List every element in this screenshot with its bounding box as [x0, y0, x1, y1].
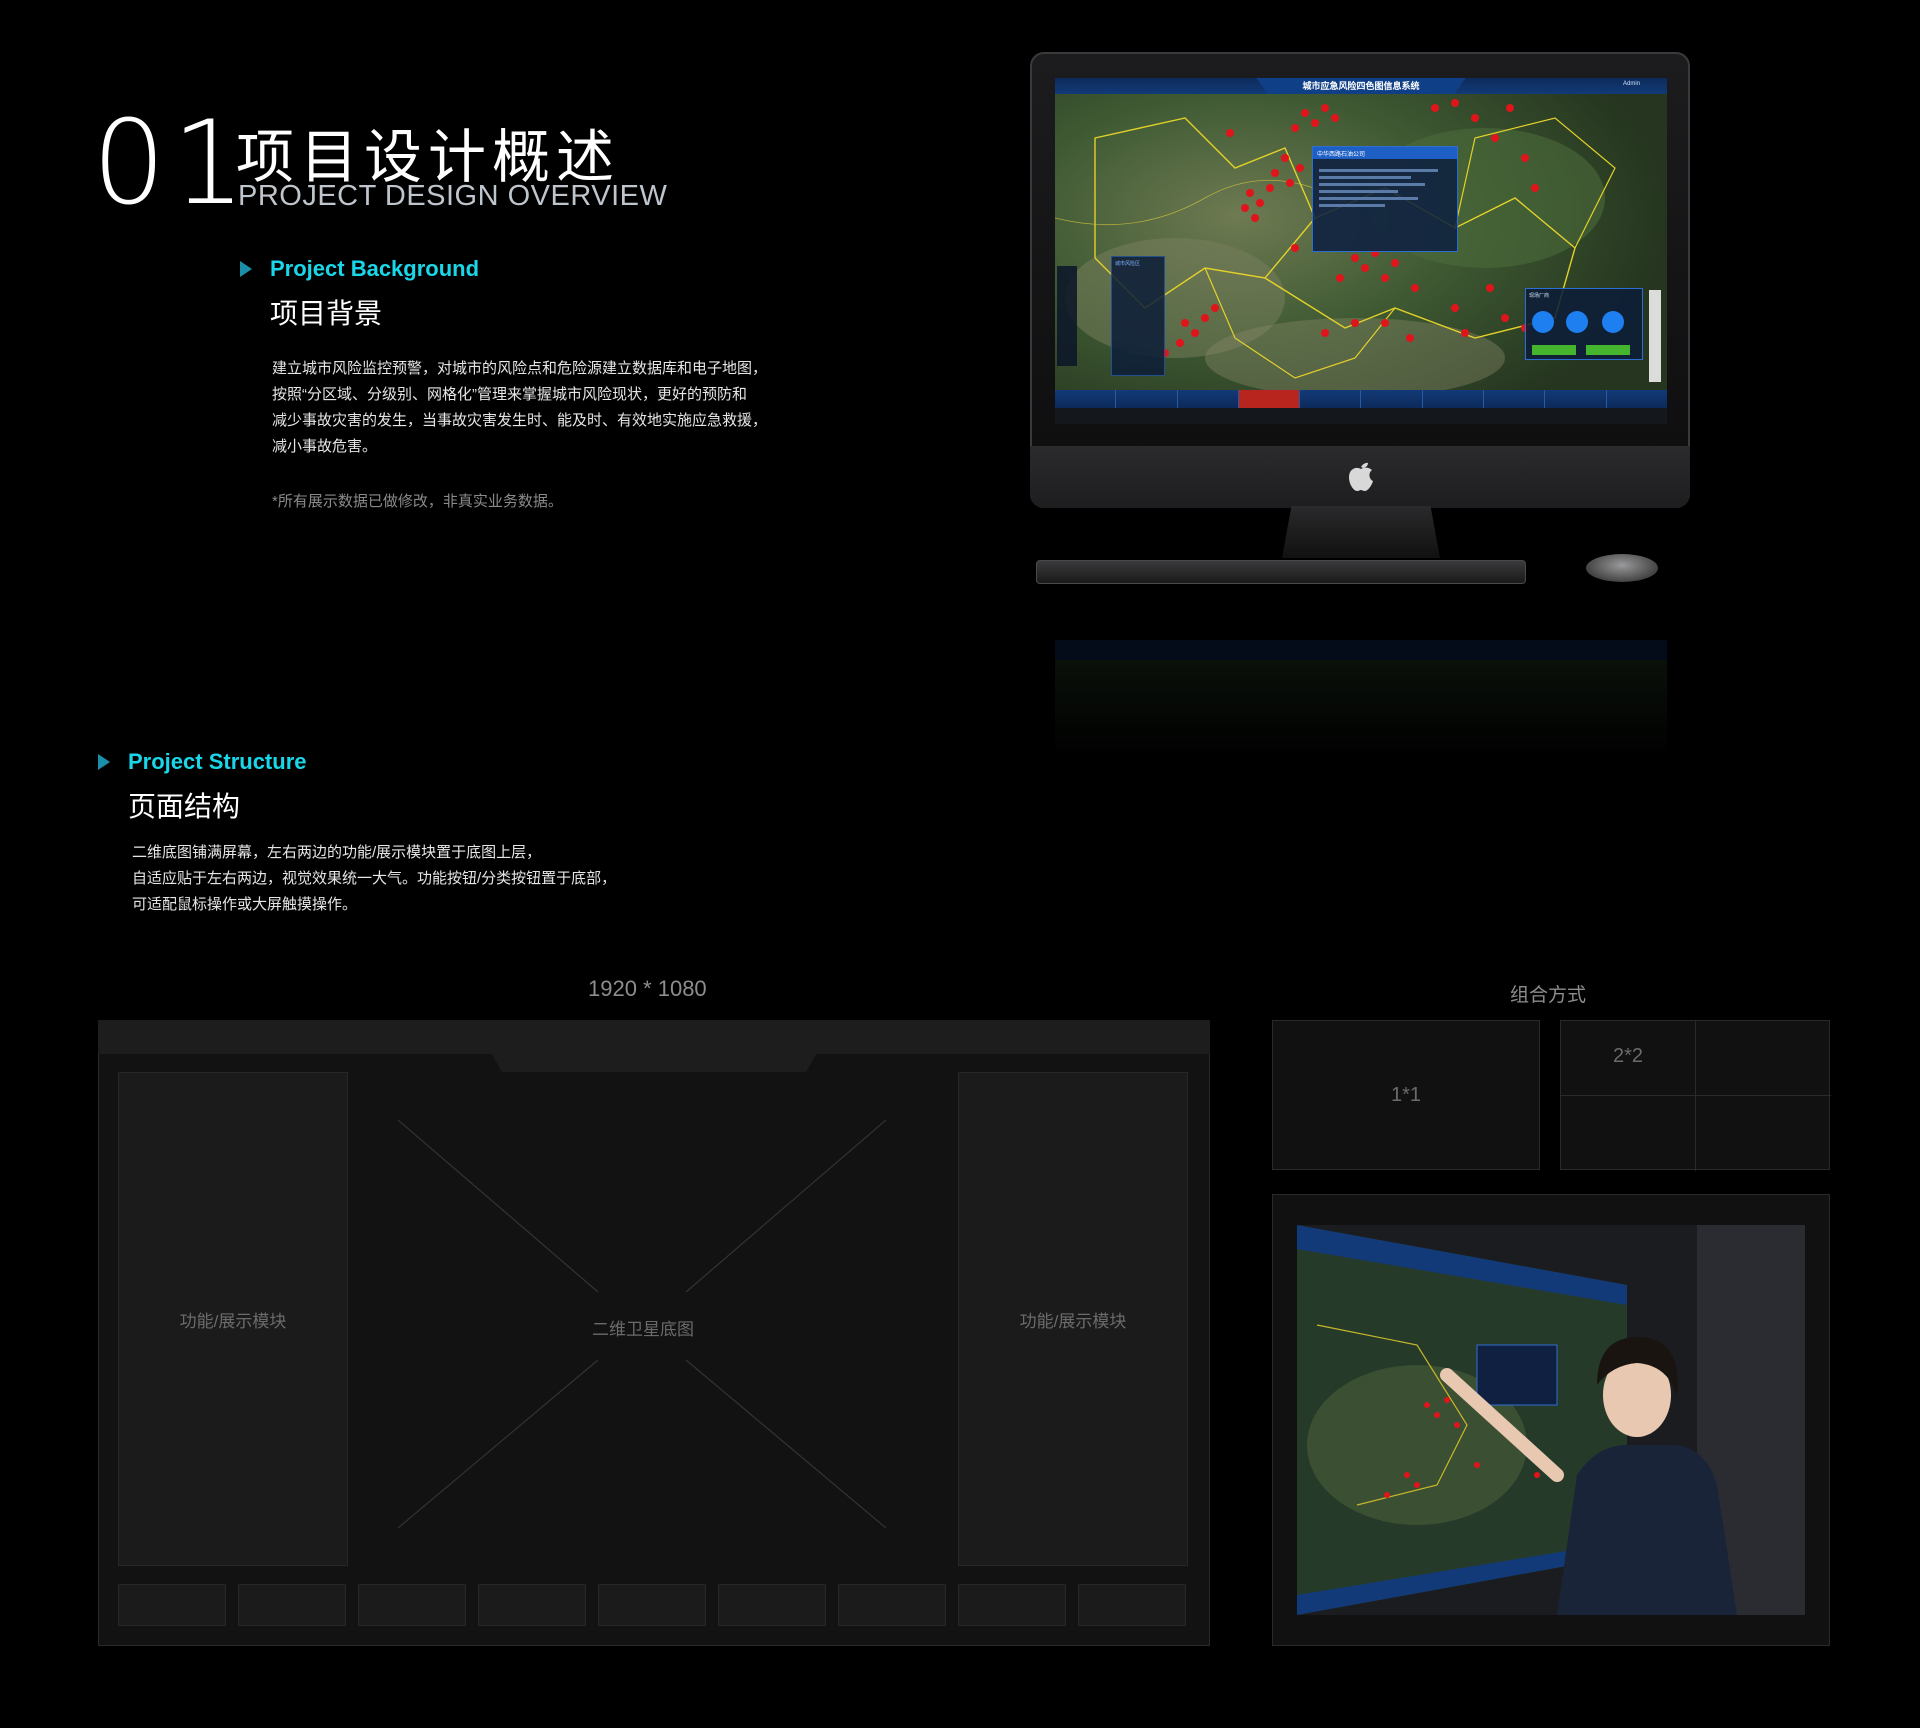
status-bar: [1055, 408, 1667, 424]
system-header: 城市应急风险四色图信息系统 Admin: [1055, 78, 1667, 94]
wireframe-right-module: 功能/展示模块: [958, 1072, 1188, 1566]
video-title: 现场厂商: [1529, 293, 1550, 299]
wireframe-button: [838, 1584, 946, 1626]
video-panel[interactable]: 现场厂商: [1525, 288, 1643, 360]
combo-title: 组合方式: [1510, 985, 1587, 1006]
structure-title-en: Project Structure: [128, 749, 307, 774]
popup-title: 中华西路石油公司: [1313, 147, 1457, 159]
panel-title: 城市风险区: [1115, 261, 1141, 267]
right-module-label: 功能/展示模块: [1019, 1311, 1127, 1331]
zoom-controls[interactable]: [1649, 290, 1661, 382]
combo-1x1-label: 1*1: [1390, 1083, 1422, 1106]
wireframe-left-module: 功能/展示模块: [118, 1072, 348, 1566]
wireframe-size-label: 1920 * 1080: [588, 976, 707, 1001]
wireframe-button: [598, 1584, 706, 1626]
paragraph-line: 减小事故危害。: [272, 438, 378, 455]
combo-2x2-label: 2*2: [1612, 1045, 1644, 1067]
combo-2x2: 2*2: [1560, 1020, 1831, 1171]
wireframe-button: [358, 1584, 466, 1626]
paragraph-line: 自适应贴于左右两边，视觉效果统一大气。功能按钮/分类按钮置于底部，: [132, 870, 617, 887]
wireframe-button: [118, 1584, 226, 1626]
imac-stand: [1282, 506, 1440, 558]
wireframe-button: [958, 1584, 1066, 1626]
paragraph-line: 按照“分区域、分级别、网格化”管理来掌握城市风险现状，更好的预防和: [272, 386, 747, 403]
paragraph-line: 减少事故灾害的发生，当事故灾害发生时、能及时、有效地实施应急救援，: [272, 412, 768, 429]
background-title-cn: 项目背景: [270, 298, 383, 329]
mouse: [1586, 554, 1658, 582]
structure-title-cn: 页面结构: [128, 791, 241, 822]
imac-screen: 城市应急风险四色图信息系统 Admin 中华西路石油公司 城市风险区 现场厂商: [1055, 78, 1667, 424]
bottom-function-bar[interactable]: [1055, 390, 1667, 408]
background-title-en: Project Background: [270, 256, 480, 281]
left-module-label: 功能/展示模块: [179, 1311, 287, 1331]
layer-panel[interactable]: 城市风险区: [1111, 256, 1165, 376]
wireframe-button: [1078, 1584, 1186, 1626]
section-number: 01: [92, 96, 252, 231]
wireframe-button: [238, 1584, 346, 1626]
combo-1x1: 1*1: [1272, 1020, 1540, 1170]
info-popup: 中华西路石油公司: [1312, 146, 1458, 252]
left-toolbar[interactable]: [1057, 266, 1077, 366]
structure-paragraph: 二维底图铺满屏幕，左右两边的功能/展示模块置于底图上层， 自适应贴于左右两边，视…: [132, 840, 692, 918]
paragraph-line: 可适配鼠标操作或大屏触摸操作。: [132, 896, 358, 913]
disclaimer-note: *所有展示数据已做修改，非真实业务数据。: [272, 493, 563, 510]
page-subtitle: PROJECT DESIGN OVERVIEW: [238, 180, 668, 212]
paragraph-line: 二维底图铺满屏幕，左右两边的功能/展示模块置于底图上层，: [132, 844, 542, 861]
wireframe-button: [478, 1584, 586, 1626]
wireframe-button: [718, 1584, 826, 1626]
play-arrow-icon: [240, 261, 252, 277]
photo-frame: [1272, 1194, 1830, 1646]
play-arrow-icon: [98, 754, 110, 770]
screen-reflection: [1055, 640, 1667, 760]
user-name[interactable]: Admin: [1623, 81, 1640, 87]
wireframe-bottom-buttons: [118, 1584, 1186, 1626]
background-paragraph: 建立城市风险监控预警，对城市的风险点和危险源建立数据库和电子地图， 按照“分区域…: [272, 356, 832, 460]
paragraph-line: 建立城市风险监控预警，对城市的风险点和危险源建立数据库和电子地图，: [272, 360, 768, 377]
apple-logo-icon: [1349, 462, 1373, 491]
wireframe-header-notch: [492, 1054, 816, 1072]
keyboard: [1036, 560, 1526, 584]
wireframe-center-label: 二维卫星底图: [592, 1320, 694, 1339]
wireframe-header: [98, 1020, 1210, 1054]
presenter-photo: [1297, 1225, 1805, 1615]
system-title: 城市应急风险四色图信息系统: [1302, 82, 1420, 92]
